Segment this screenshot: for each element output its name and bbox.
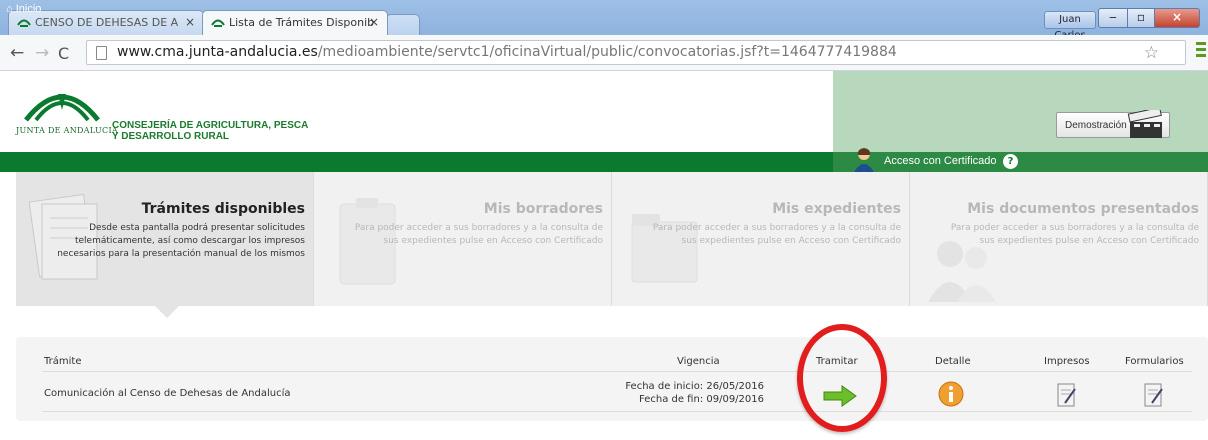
home-link[interactable]: ⌂ Inicio [6, 3, 41, 15]
junta-favicon-icon [211, 19, 225, 27]
card-desc-line: Para poder acceder a sus borradores y a … [950, 223, 1199, 233]
info-icon[interactable] [937, 380, 965, 408]
fecha-fin: Fecha de fin: 09/09/2016 [639, 394, 764, 405]
card-desc-line: sus expedientes pulse en Acceso con Cert… [383, 236, 604, 246]
demostracion-label: Demostración [1065, 120, 1127, 131]
tab-close-icon[interactable]: × [369, 15, 379, 29]
tramites-table [16, 337, 1208, 421]
section-cards: Trámites disponibles Desde esta pantalla… [16, 172, 1208, 306]
acceso-certificado-link[interactable]: Acceso con Certificado [884, 155, 997, 167]
card-description: Para poder acceder a sus borradores y a … [951, 222, 1199, 248]
card-desc-line: Para poder acceder a sus borradores y a … [652, 223, 901, 233]
card-title: Trámites disponibles [141, 201, 305, 217]
junta-andalucia-logo [24, 94, 100, 122]
row-divider [42, 411, 1192, 412]
header-detalle: Detalle [935, 356, 971, 367]
url-path: /medioambiente/servtc1/oficinaVirtual/pu… [317, 44, 897, 60]
tab-title: Lista de Trámites Disponib [229, 16, 375, 29]
tab-close-icon[interactable]: × [185, 15, 195, 29]
header-impresos: Impresos [1044, 356, 1090, 367]
active-card-pointer [155, 306, 179, 318]
url-host: www.cma.junta-andalucia.es [117, 44, 318, 60]
header-tramite: Trámite [44, 356, 82, 367]
tab-title: CENSO DE DEHESAS DE A [35, 16, 179, 29]
consejeria-line1: CONSEJERÍA DE AGRICULTURA, PESCA [112, 120, 309, 131]
back-arrow-icon[interactable]: ← [10, 43, 24, 63]
card-description: Para poder acceder a sus borradores y a … [653, 222, 901, 248]
fecha-inicio: Fecha de inicio: 26/05/2016 [625, 381, 764, 392]
card-desc-line: Para poder acceder a sus borradores y a … [354, 223, 603, 233]
new-tab-button[interactable] [386, 14, 420, 35]
card-tramites-disponibles[interactable]: Trámites disponibles Desde esta pantalla… [16, 172, 314, 306]
tramite-name[interactable]: Comunicación al Censo de Dehesas de Anda… [44, 388, 291, 399]
url-text: www.cma.junta-andalucia.es/medioambiente… [117, 44, 897, 60]
consejeria-line2: Y DESARROLLO RURAL [112, 131, 230, 142]
highlight-circle [797, 324, 887, 432]
clapperboard-icon [1127, 110, 1162, 138]
header-divider [42, 371, 1192, 372]
junta-favicon-icon [17, 19, 31, 27]
header-vigencia: Vigencia [677, 356, 720, 367]
card-title: Mis expedientes [772, 201, 901, 217]
card-desc-line: sus expedientes pulse en Acceso con Cert… [979, 236, 1200, 246]
card-title: Mis documentos presentados [967, 201, 1199, 217]
close-window-button[interactable]: × [1154, 8, 1200, 28]
header-formularios: Formularios [1125, 356, 1184, 367]
logo-text: JUNTA DE ANDALUCIA [16, 126, 119, 135]
card-desc-line: telemáticamente, así como descargar los … [74, 236, 305, 246]
home-label: Inicio [15, 3, 42, 15]
card-desc-line: necesarios para la presentación manual d… [57, 249, 305, 259]
tab-lista-tramites[interactable]: Lista de Trámites Disponib × [202, 10, 388, 35]
bookmark-star-icon[interactable]: ☆ [1144, 43, 1159, 63]
card-desc-line: Desde esta pantalla podrá presentar soli… [89, 223, 305, 233]
minimize-button[interactable]: ‒ [1098, 8, 1128, 28]
card-description: Para poder acceder a sus borradores y a … [355, 222, 603, 248]
card-title: Mis borradores [483, 201, 603, 217]
browser-menu-icon[interactable] [1196, 42, 1206, 60]
document-pen-icon[interactable] [1142, 381, 1166, 409]
maximize-button[interactable]: ▫ [1127, 8, 1155, 28]
consejeria-name: CONSEJERÍA DE AGRICULTURA, PESCA Y DESAR… [112, 120, 308, 142]
page-icon [96, 46, 107, 60]
card-mis-documentos[interactable]: Mis documentos presentados Para poder ac… [910, 172, 1208, 306]
address-bar[interactable]: www.cma.junta-andalucia.es/medioambiente… [86, 40, 1186, 65]
card-mis-borradores[interactable]: Mis borradores Para poder acceder a sus … [314, 172, 612, 306]
card-desc-line: sus expedientes pulse en Acceso con Cert… [681, 236, 902, 246]
card-mis-expedientes[interactable]: Mis expedientes Para poder acceder a sus… [612, 172, 910, 306]
home-icon: ⌂ [6, 3, 13, 15]
help-icon[interactable]: ? [1003, 154, 1018, 169]
browser-user-badge[interactable]: Juan Carlos [1044, 11, 1096, 41]
card-description: Desde esta pantalla podrá presentar soli… [57, 222, 305, 261]
reload-icon[interactable]: C [58, 44, 69, 63]
document-pen-icon[interactable] [1055, 381, 1079, 409]
browser-toolbar: ← → C www.cma.junta-andalucia.es/medioam… [0, 35, 1208, 71]
forward-arrow-icon[interactable]: → [35, 43, 49, 63]
vigencia-cell: Fecha de inicio: 26/05/2016 Fecha de fin… [600, 380, 764, 406]
user-avatar-icon [854, 148, 874, 172]
